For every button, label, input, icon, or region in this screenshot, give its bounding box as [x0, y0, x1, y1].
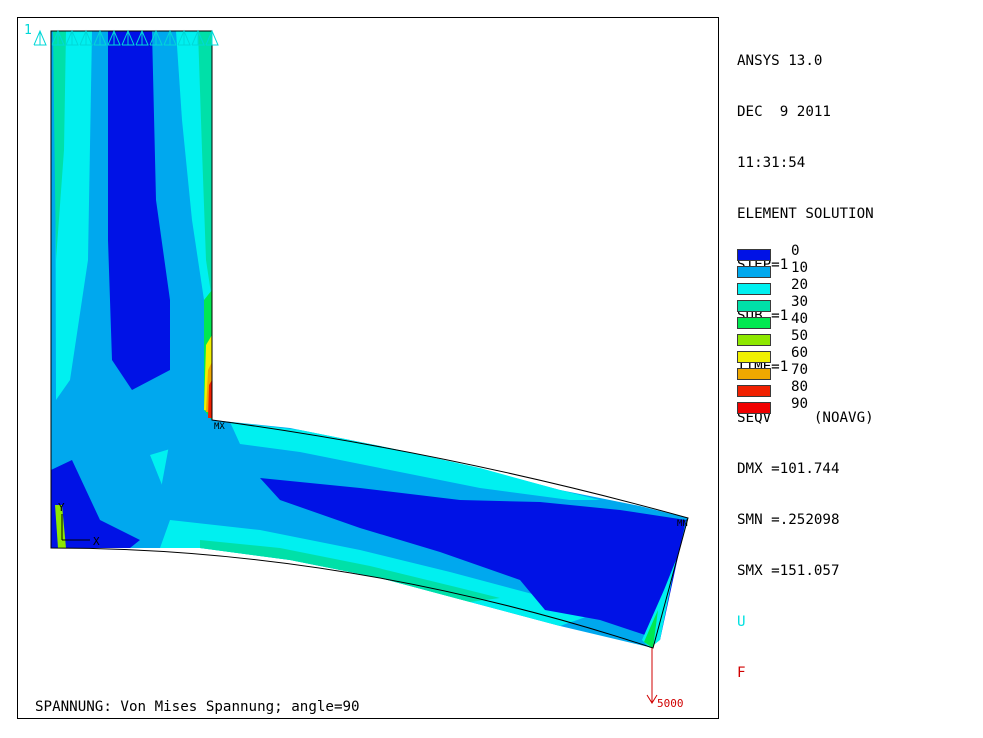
- program-version: ANSYS 13.0: [737, 53, 823, 69]
- symbol-f: F: [737, 665, 746, 681]
- legend-label: 60: [791, 345, 809, 361]
- symbol-u: U: [737, 614, 746, 630]
- legend-swatch: [737, 402, 771, 414]
- legend-swatch: [737, 300, 771, 312]
- run-date: DEC 9 2011: [737, 104, 831, 120]
- legend-label: 10: [791, 260, 809, 276]
- legend-label: 40: [791, 311, 809, 327]
- legend-label: 0: [791, 243, 800, 259]
- legend-label: 30: [791, 294, 809, 310]
- legend-swatch: [737, 368, 771, 380]
- legend-swatch: [737, 283, 771, 295]
- legend-swatch: [737, 317, 771, 329]
- min-marker: MN: [677, 519, 688, 529]
- force-arrow: [646, 648, 658, 704]
- legend-swatch: [737, 385, 771, 397]
- dmx-value: DMX =101.744: [737, 461, 840, 477]
- vertical-leg: [51, 31, 212, 420]
- axis-y-label: Y: [58, 501, 65, 514]
- legend-label: 20: [791, 277, 809, 293]
- max-marker: MX: [214, 422, 225, 432]
- legend-label: 70: [791, 362, 809, 378]
- legend-swatch: [737, 334, 771, 346]
- window-number: 1: [24, 23, 32, 38]
- legend-swatch: [737, 249, 771, 261]
- legend-label: 80: [791, 379, 809, 395]
- legend-swatch: [737, 266, 771, 278]
- legend-swatch: [737, 351, 771, 363]
- run-time: 11:31:54: [737, 155, 806, 171]
- smx-value: SMX =151.057: [737, 563, 840, 579]
- force-label: 5000: [657, 697, 684, 710]
- solution-type: ELEMENT SOLUTION: [737, 206, 874, 222]
- legend-label: 50: [791, 328, 809, 344]
- plot-caption: SPANNUNG: Von Mises Spannung; angle=90: [35, 699, 360, 715]
- axis-x-label: X: [93, 535, 100, 548]
- smn-value: SMN =.252098: [737, 512, 840, 528]
- legend-label: 90: [791, 396, 809, 412]
